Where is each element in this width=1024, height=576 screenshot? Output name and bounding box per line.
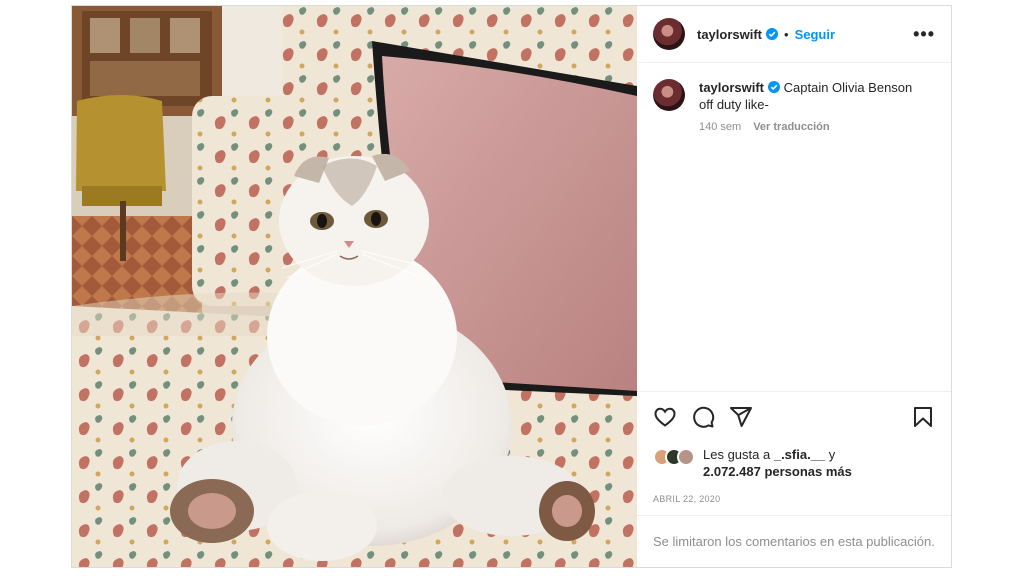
caption-avatar[interactable] xyxy=(653,79,685,111)
liker-avatar[interactable] xyxy=(677,448,695,466)
more-options-icon[interactable]: ••• xyxy=(913,24,935,45)
post-header: taylorswift • Seguir ••• xyxy=(637,6,951,63)
caption-username[interactable]: taylorswift xyxy=(699,80,764,95)
action-icons xyxy=(653,404,935,430)
bookmark-icon[interactable] xyxy=(911,405,935,429)
verified-icon xyxy=(766,28,779,40)
likes-user-link[interactable]: _.sfia.__ xyxy=(774,447,825,462)
instagram-post: taylorswift • Seguir ••• taylorswift Cap… xyxy=(71,5,952,568)
likes-and: y xyxy=(828,447,836,462)
post-sidebar: taylorswift • Seguir ••• taylorswift Cap… xyxy=(637,6,951,567)
likes-summary: Les gusta a _.sfia.__ y 2.072.487 person… xyxy=(653,446,935,480)
cat-photo xyxy=(72,6,637,567)
likes-text: Les gusta a _.sfia.__ y 2.072.487 person… xyxy=(703,446,852,480)
heart-icon[interactable] xyxy=(653,405,677,429)
caption: taylorswift Captain Olivia Benson off du… xyxy=(637,63,951,136)
liker-avatars xyxy=(653,448,695,466)
username-link[interactable]: taylorswift xyxy=(697,27,762,42)
caption-age[interactable]: 140 sem xyxy=(699,121,741,133)
post-image-cat[interactable] xyxy=(72,6,637,567)
verified-icon xyxy=(768,81,781,93)
likes-count-link[interactable]: 2.072.487 personas más xyxy=(703,464,852,479)
comment-icon[interactable] xyxy=(691,405,715,429)
caption-meta: 140 sem Ver traducción xyxy=(699,119,929,136)
follow-button[interactable]: Seguir xyxy=(795,27,835,42)
post-date[interactable]: ABRIL 22, 2020 xyxy=(653,494,935,504)
comments-limited-notice: Se limitaron los comentarios en esta pub… xyxy=(637,515,951,567)
share-icon[interactable] xyxy=(729,405,753,429)
translate-link[interactable]: Ver traducción xyxy=(753,121,829,133)
likes-prefix: Les gusta a xyxy=(703,447,771,462)
avatar[interactable] xyxy=(653,18,685,50)
post-actions: Les gusta a _.sfia.__ y 2.072.487 person… xyxy=(637,391,951,504)
separator-dot: • xyxy=(784,26,789,42)
caption-body: taylorswift Captain Olivia Benson off du… xyxy=(699,79,929,136)
